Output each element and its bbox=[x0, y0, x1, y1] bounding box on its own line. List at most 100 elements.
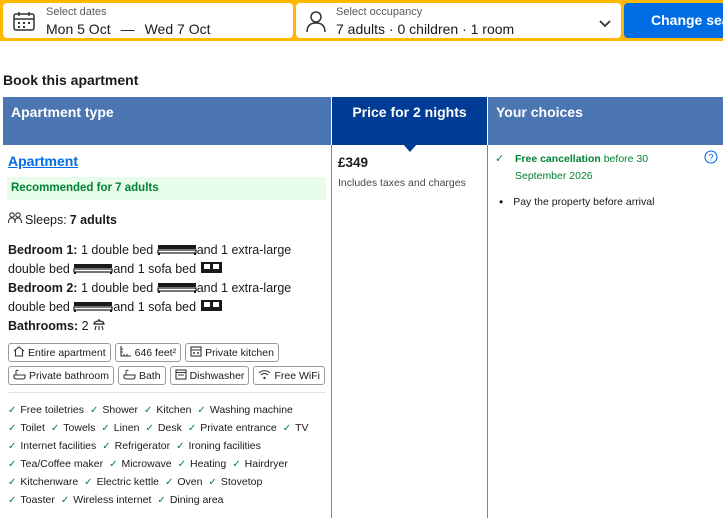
amenity-label: Wireless internet bbox=[73, 494, 152, 506]
check-out-date: Wed 7 Oct bbox=[144, 21, 211, 37]
chip-entire-apartment: Entire apartment bbox=[8, 343, 111, 362]
free-cancellation-text: Free cancellation before 30 September 20… bbox=[495, 151, 690, 185]
check-icon: ✓ bbox=[60, 494, 70, 506]
double-bed-icon bbox=[157, 280, 197, 298]
amenity-item: ✓ Private entrance bbox=[188, 422, 277, 434]
chip-bath: Bath bbox=[117, 366, 166, 385]
bedroom-1-label: Bedroom 1: bbox=[8, 243, 78, 257]
bed-text: and 1 extra-large bbox=[196, 243, 292, 257]
amenity-item: ✓ Microwave bbox=[109, 458, 172, 470]
ruler-icon bbox=[120, 345, 132, 360]
table-header: Apartment type Price for 2 nights Your c… bbox=[3, 97, 723, 152]
check-icon: ✓ bbox=[157, 494, 166, 506]
header-your-choices: Your choices bbox=[488, 97, 723, 145]
check-icon: ✓ bbox=[144, 404, 153, 416]
sofa-bed-icon bbox=[200, 261, 223, 279]
chip-label: Free WiFi bbox=[274, 369, 320, 382]
occupancy-picker[interactable]: Select occupancy 7 adults · 0 children ·… bbox=[296, 3, 621, 38]
chip-label: 646 feet² bbox=[134, 346, 177, 359]
divider bbox=[8, 392, 326, 393]
amenity-label: Ironing facilities bbox=[188, 440, 261, 452]
amenity-label: TV bbox=[295, 422, 309, 434]
amenity-item: ✓ Dining area bbox=[157, 494, 223, 506]
check-icon: ✓ bbox=[84, 476, 93, 488]
amenity-label: Private entrance bbox=[200, 422, 277, 434]
chevron-down-icon bbox=[599, 15, 611, 33]
chip-private-kitchen: Private kitchen bbox=[185, 343, 279, 362]
sleeps-label: Sleeps: bbox=[25, 212, 67, 227]
bedroom-2-label: Bedroom 2: bbox=[8, 281, 78, 295]
amenity-row: ✓ Kitchenware ✓ Electric kettle ✓ Oven ✓ Stovet… bbox=[8, 473, 330, 491]
price-value: £349 bbox=[338, 155, 369, 170]
check-icon: ✓ bbox=[8, 440, 17, 452]
bed-text: double bed bbox=[8, 262, 70, 276]
amenity-item: ✓ Heating bbox=[178, 458, 227, 470]
amenity-label: Hairdryer bbox=[244, 458, 288, 470]
amenity-label: Oven bbox=[177, 476, 203, 488]
bullet: • bbox=[499, 195, 504, 209]
amenity-item: ✓ Kitchenware bbox=[8, 476, 78, 488]
amenity-item: ✓ Free toiletries bbox=[8, 404, 84, 416]
amenity-item: ✓ Electric kettle bbox=[84, 476, 159, 488]
amenity-label: Tea/Coffee maker bbox=[20, 458, 104, 470]
amenity-item: ✓ Internet facilities bbox=[8, 440, 96, 452]
date-picker[interactable]: Select dates Mon 5 Oct — Wed 7 Oct bbox=[3, 3, 293, 38]
sleeps-info: Sleeps: 7 adults bbox=[7, 212, 117, 227]
chip-dishwasher: Dishwasher bbox=[169, 366, 250, 385]
bathrooms-label: Bathrooms: bbox=[8, 319, 79, 333]
chip-size: 646 feet² bbox=[114, 343, 182, 362]
amenity-label: Dining area bbox=[169, 494, 224, 506]
kitchen-icon bbox=[190, 345, 202, 360]
amenity-label: Electric kettle bbox=[96, 476, 159, 488]
bed-text: and 1 extra-large bbox=[196, 281, 292, 295]
amenity-label: Stovetop bbox=[220, 476, 263, 488]
pay-text: Pay the property before arrival bbox=[513, 196, 655, 208]
header-price: Price for 2 nights bbox=[332, 97, 487, 152]
amenity-item: ✓ Refrigerator bbox=[102, 440, 170, 452]
chip-label: Dishwasher bbox=[189, 369, 245, 382]
header-apartment-type: Apartment type bbox=[3, 97, 331, 145]
amenity-label: Heating bbox=[190, 458, 227, 470]
occupancy-value: 7 adults · 0 children · 1 room bbox=[336, 21, 515, 37]
amenity-item: ✓ Hairdryer bbox=[232, 458, 288, 470]
chip-label: Bath bbox=[138, 369, 161, 382]
bed-text: double bed bbox=[8, 300, 70, 314]
amenity-item: ✓ Shower bbox=[90, 404, 138, 416]
double-bed-icon bbox=[157, 242, 197, 260]
check-icon: ✓ bbox=[187, 422, 197, 434]
free-cancellation-label: Free cancellation bbox=[515, 153, 601, 165]
calendar-icon bbox=[13, 11, 35, 36]
price-note: Includes taxes and charges bbox=[338, 177, 466, 189]
bathrooms-value: 2 bbox=[81, 319, 89, 333]
chip-label: Entire apartment bbox=[28, 346, 106, 359]
amenity-item: ✓ Towels bbox=[51, 422, 96, 434]
free-cancellation: ✓ Free cancellation before 30 September … bbox=[495, 151, 690, 185]
header-notch bbox=[403, 144, 417, 152]
bathtub-icon bbox=[123, 369, 136, 383]
apartment-link[interactable]: Apartment bbox=[8, 153, 78, 169]
sleeps-value: 7 adults bbox=[69, 212, 117, 227]
amenity-label: Microwave bbox=[121, 458, 172, 470]
amenity-item: ✓ Tea/Coffee maker bbox=[8, 458, 103, 470]
amenity-row: ✓ Toaster ✓ Wireless internet ✓ Dining area bbox=[8, 491, 330, 509]
date-separator: — bbox=[120, 21, 135, 37]
dates-value: Mon 5 Oct — Wed 7 Oct bbox=[46, 21, 210, 37]
check-icon: ✓ bbox=[102, 440, 111, 452]
check-icon: ✓ bbox=[101, 422, 110, 434]
chip-row: Entire apartment 646 feet² Private kitch… bbox=[8, 343, 328, 362]
bedroom-2-line-2: double bed and 1 sofa bed bbox=[8, 298, 328, 317]
check-icon: ✓ bbox=[8, 476, 17, 488]
bed-text: and 1 sofa bed bbox=[113, 300, 197, 314]
amenity-item: ✓ Toaster bbox=[8, 494, 55, 506]
house-icon bbox=[13, 345, 25, 360]
extra-large-bed-icon bbox=[73, 299, 113, 317]
help-icon[interactable]: ? bbox=[704, 150, 718, 169]
shower-icon bbox=[92, 318, 106, 336]
check-icon: ✓ bbox=[197, 404, 206, 416]
change-search-button[interactable]: Change search bbox=[624, 3, 723, 38]
amenity-label: Kitchen bbox=[156, 404, 192, 416]
sofa-bed-icon bbox=[200, 299, 223, 317]
facility-chips: Entire apartment 646 feet² Private kitch… bbox=[8, 343, 328, 389]
person-icon bbox=[306, 11, 326, 38]
bed-configuration: Bedroom 1: 1 double bed and 1 extra-larg… bbox=[8, 241, 328, 336]
